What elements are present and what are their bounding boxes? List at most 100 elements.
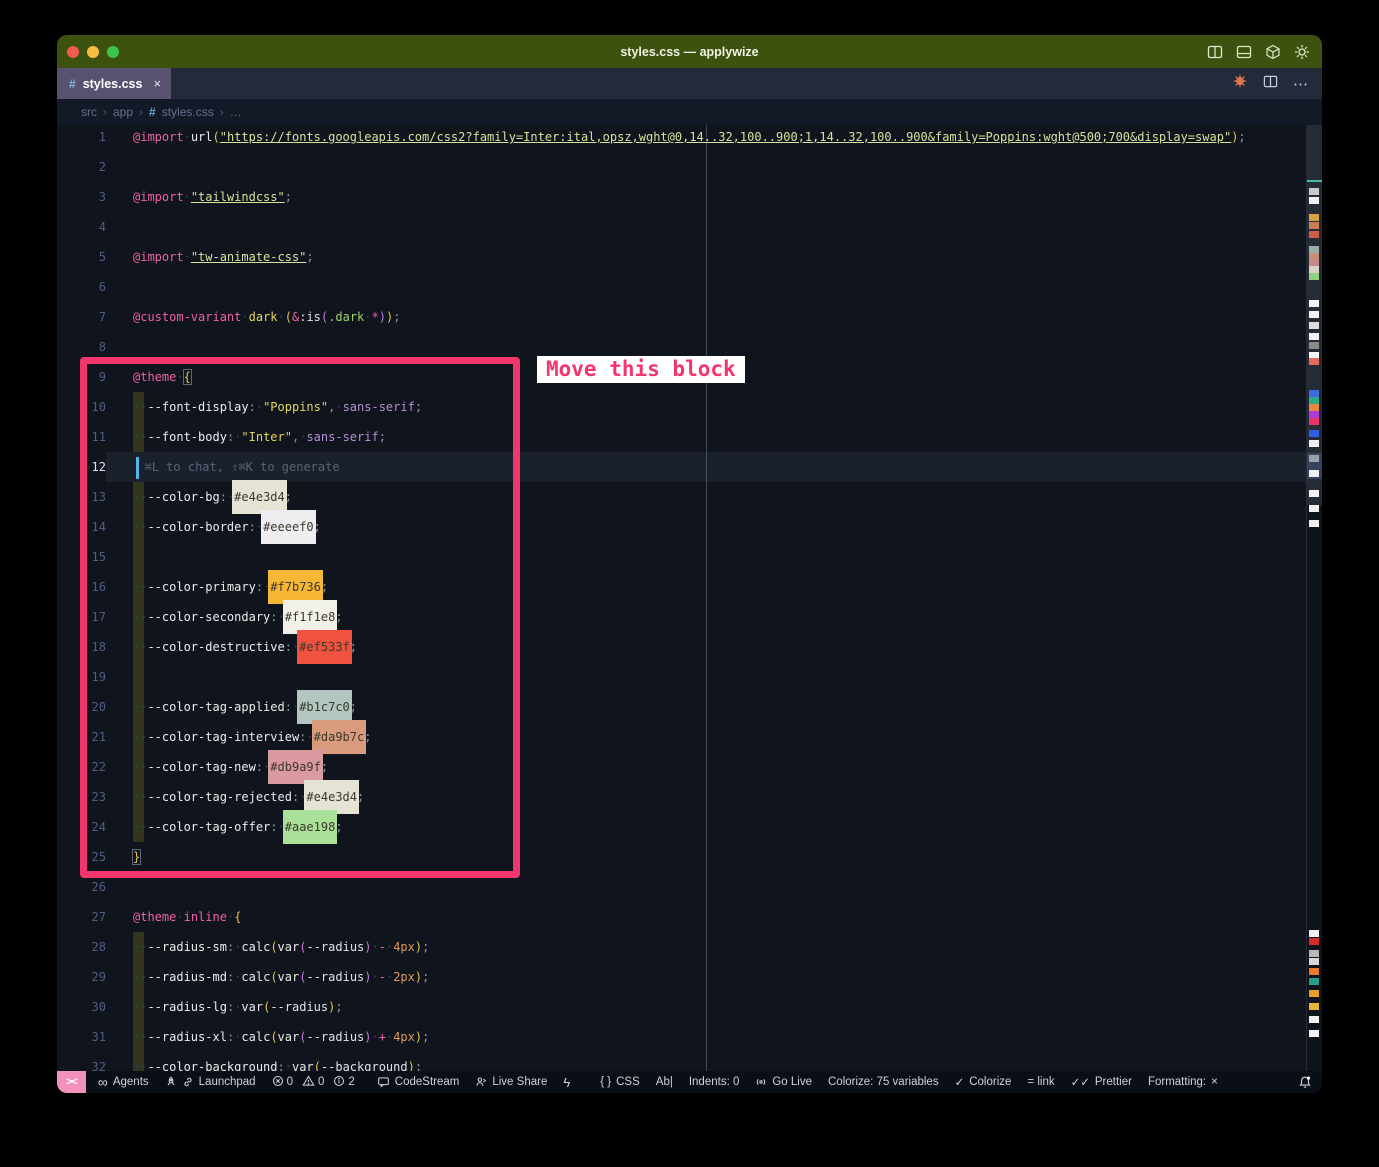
line-number[interactable]: 8 <box>57 332 106 362</box>
line-number[interactable]: 24 <box>57 812 106 842</box>
ai-starburst-icon[interactable] <box>1232 73 1248 94</box>
code-line-15[interactable]: 15 <box>57 542 1307 572</box>
line-number[interactable]: 5 <box>57 242 106 272</box>
breadcrumb-app[interactable]: app <box>113 105 133 119</box>
minimize-window-button[interactable] <box>87 46 99 58</box>
tab-close-icon[interactable]: × <box>153 76 161 91</box>
code-line-16[interactable]: 16··--color-primary:·#f7b736; <box>57 572 1307 602</box>
line-number[interactable]: 25 <box>57 842 106 872</box>
line-number[interactable]: 19 <box>57 662 106 692</box>
code-line-31[interactable]: 31··--radius-xl:·calc(var(--radius)·+·4p… <box>57 1022 1307 1052</box>
statusbar-colorize-count[interactable]: Colorize: 75 variables <box>828 1076 939 1088</box>
line-number[interactable]: 18 <box>57 632 106 662</box>
breadcrumb-file[interactable]: styles.css <box>162 105 214 119</box>
statusbar-prettier[interactable]: ✓✓Prettier <box>1071 1075 1132 1089</box>
code-line-4[interactable]: 4 <box>57 212 1307 242</box>
code-line-32[interactable]: 32··--color-background:·var(--background… <box>57 1052 1307 1071</box>
code-line-11[interactable]: 11··--font-body:·"Inter",·sans-serif; <box>57 422 1307 452</box>
line-number[interactable]: 29 <box>57 962 106 992</box>
code-line-26[interactable]: 26 <box>57 872 1307 902</box>
line-number[interactable]: 1 <box>57 125 106 152</box>
overview-chip <box>1309 411 1319 418</box>
code-editor[interactable]: 1@import·url("https://fonts.googleapis.c… <box>57 125 1322 1071</box>
line-number[interactable]: 11 <box>57 422 106 452</box>
line-number[interactable]: 15 <box>57 542 106 572</box>
code-line-5[interactable]: 5@import·"tw-animate-css"; <box>57 242 1307 272</box>
line-number[interactable]: 10 <box>57 392 106 422</box>
line-number[interactable]: 23 <box>57 782 106 812</box>
close-window-button[interactable] <box>67 46 79 58</box>
statusbar-problems[interactable]: 0 0 2 <box>272 1075 361 1090</box>
line-number[interactable]: 28 <box>57 932 106 962</box>
split-columns-icon[interactable] <box>1207 44 1223 60</box>
code-line-28[interactable]: 28··--radius-sm:·calc(var(--radius)·-·4p… <box>57 932 1307 962</box>
statusbar-formatting[interactable]: Formatting:× <box>1148 1076 1218 1088</box>
line-number[interactable]: 6 <box>57 272 106 302</box>
tab-styles-css[interactable]: # styles.css × <box>57 68 171 99</box>
extension-cube-icon[interactable] <box>1265 44 1281 60</box>
line-number[interactable]: 12 <box>57 452 106 482</box>
code-line-14[interactable]: 14··--color-border:·#eeeef0; <box>57 512 1307 542</box>
line-number[interactable]: 27 <box>57 902 106 932</box>
code-line-20[interactable]: 20··--color-tag-applied:·#b1c7c0; <box>57 692 1307 722</box>
statusbar-abl[interactable]: Ab| <box>656 1076 673 1088</box>
remote-indicator[interactable]: >< <box>57 1071 86 1093</box>
overview-ruler[interactable] <box>1306 125 1322 1071</box>
split-editor-icon[interactable] <box>1263 74 1278 94</box>
line-number[interactable]: 14 <box>57 512 106 542</box>
breadcrumb-symbol[interactable]: … <box>230 105 242 119</box>
code-line-30[interactable]: 30··--radius-lg:·var(--radius); <box>57 992 1307 1022</box>
line-number[interactable]: 16 <box>57 572 106 602</box>
statusbar-golive[interactable]: Go Live <box>755 1076 812 1088</box>
line-number[interactable]: 30 <box>57 992 106 1022</box>
more-actions-icon[interactable]: ⋯ <box>1293 75 1308 93</box>
line-number[interactable]: 20 <box>57 692 106 722</box>
code-line-2[interactable]: 2 <box>57 152 1307 182</box>
code-line-25[interactable]: 25} <box>57 842 1307 872</box>
statusbar-language[interactable]: { }CSS <box>600 1076 640 1088</box>
code-line-6[interactable]: 6 <box>57 272 1307 302</box>
code-line-21[interactable]: 21··--color-tag-interview:·#da9b7c; <box>57 722 1307 752</box>
code-line-10[interactable]: 10··--font-display:·"Poppins",·sans-seri… <box>57 392 1307 422</box>
line-number[interactable]: 32 <box>57 1052 106 1071</box>
code-line-22[interactable]: 22··--color-tag-new:·#db9a9f; <box>57 752 1307 782</box>
code-line-13[interactable]: 13··--color-bg:·#e4e3d4; <box>57 482 1307 512</box>
code-line-17[interactable]: 17··--color-secondary:·#f1f1e8; <box>57 602 1307 632</box>
settings-gear-icon[interactable] <box>1294 44 1310 60</box>
breadcrumb-src[interactable]: src <box>81 105 97 119</box>
code-line-7[interactable]: 7@custom-variant·dark·(&:is(.dark·*)); <box>57 302 1307 332</box>
line-number[interactable]: 21 <box>57 722 106 752</box>
statusbar-liveshare[interactable]: Live Share <box>475 1076 547 1088</box>
code-line-1[interactable]: 1@import·url("https://fonts.googleapis.c… <box>57 125 1307 152</box>
statusbar-launchpad[interactable]: Launchpad <box>165 1076 256 1088</box>
statusbar-codestream[interactable]: CodeStream <box>377 1076 460 1088</box>
line-number[interactable]: 22 <box>57 752 106 782</box>
statusbar-agents[interactable]: ∞Agents <box>98 1074 149 1090</box>
code-line-18[interactable]: 18··--color-destructive:·#ef533f; <box>57 632 1307 662</box>
line-number[interactable]: 4 <box>57 212 106 242</box>
code-text: @import·url("https://fonts.googleapis.co… <box>106 125 1307 152</box>
code-line-24[interactable]: 24··--color-tag-offer:·#aae198; <box>57 812 1307 842</box>
line-number[interactable]: 26 <box>57 872 106 902</box>
statusbar-link[interactable]: = link <box>1027 1076 1054 1088</box>
code-line-29[interactable]: 29··--radius-md:·calc(var(--radius)·-·2p… <box>57 962 1307 992</box>
line-number[interactable]: 2 <box>57 152 106 182</box>
code-line-23[interactable]: 23··--color-tag-rejected:·#e4e3d4; <box>57 782 1307 812</box>
zoom-window-button[interactable] <box>107 46 119 58</box>
line-number[interactable]: 31 <box>57 1022 106 1052</box>
notifications-bell[interactable] <box>1298 1075 1312 1089</box>
statusbar-colorize[interactable]: ✓Colorize <box>955 1075 1012 1089</box>
toggle-panel-icon[interactable] <box>1236 44 1252 60</box>
line-number[interactable]: 9 <box>57 362 106 392</box>
line-number[interactable]: 7 <box>57 302 106 332</box>
line-number[interactable]: 13 <box>57 482 106 512</box>
color-swatch: #e4e3d4 <box>232 480 287 514</box>
statusbar-bolt[interactable]: ϟ <box>563 1075 570 1090</box>
statusbar-indents[interactable]: Indents: 0 <box>689 1076 740 1088</box>
code-line-19[interactable]: 19 <box>57 662 1307 692</box>
code-line-12[interactable]: 12⌘L to chat, ⇧⌘K to generate <box>57 452 1307 482</box>
code-line-27[interactable]: 27@theme·inline·{ <box>57 902 1307 932</box>
line-number[interactable]: 17 <box>57 602 106 632</box>
code-line-3[interactable]: 3@import·"tailwindcss"; <box>57 182 1307 212</box>
line-number[interactable]: 3 <box>57 182 106 212</box>
